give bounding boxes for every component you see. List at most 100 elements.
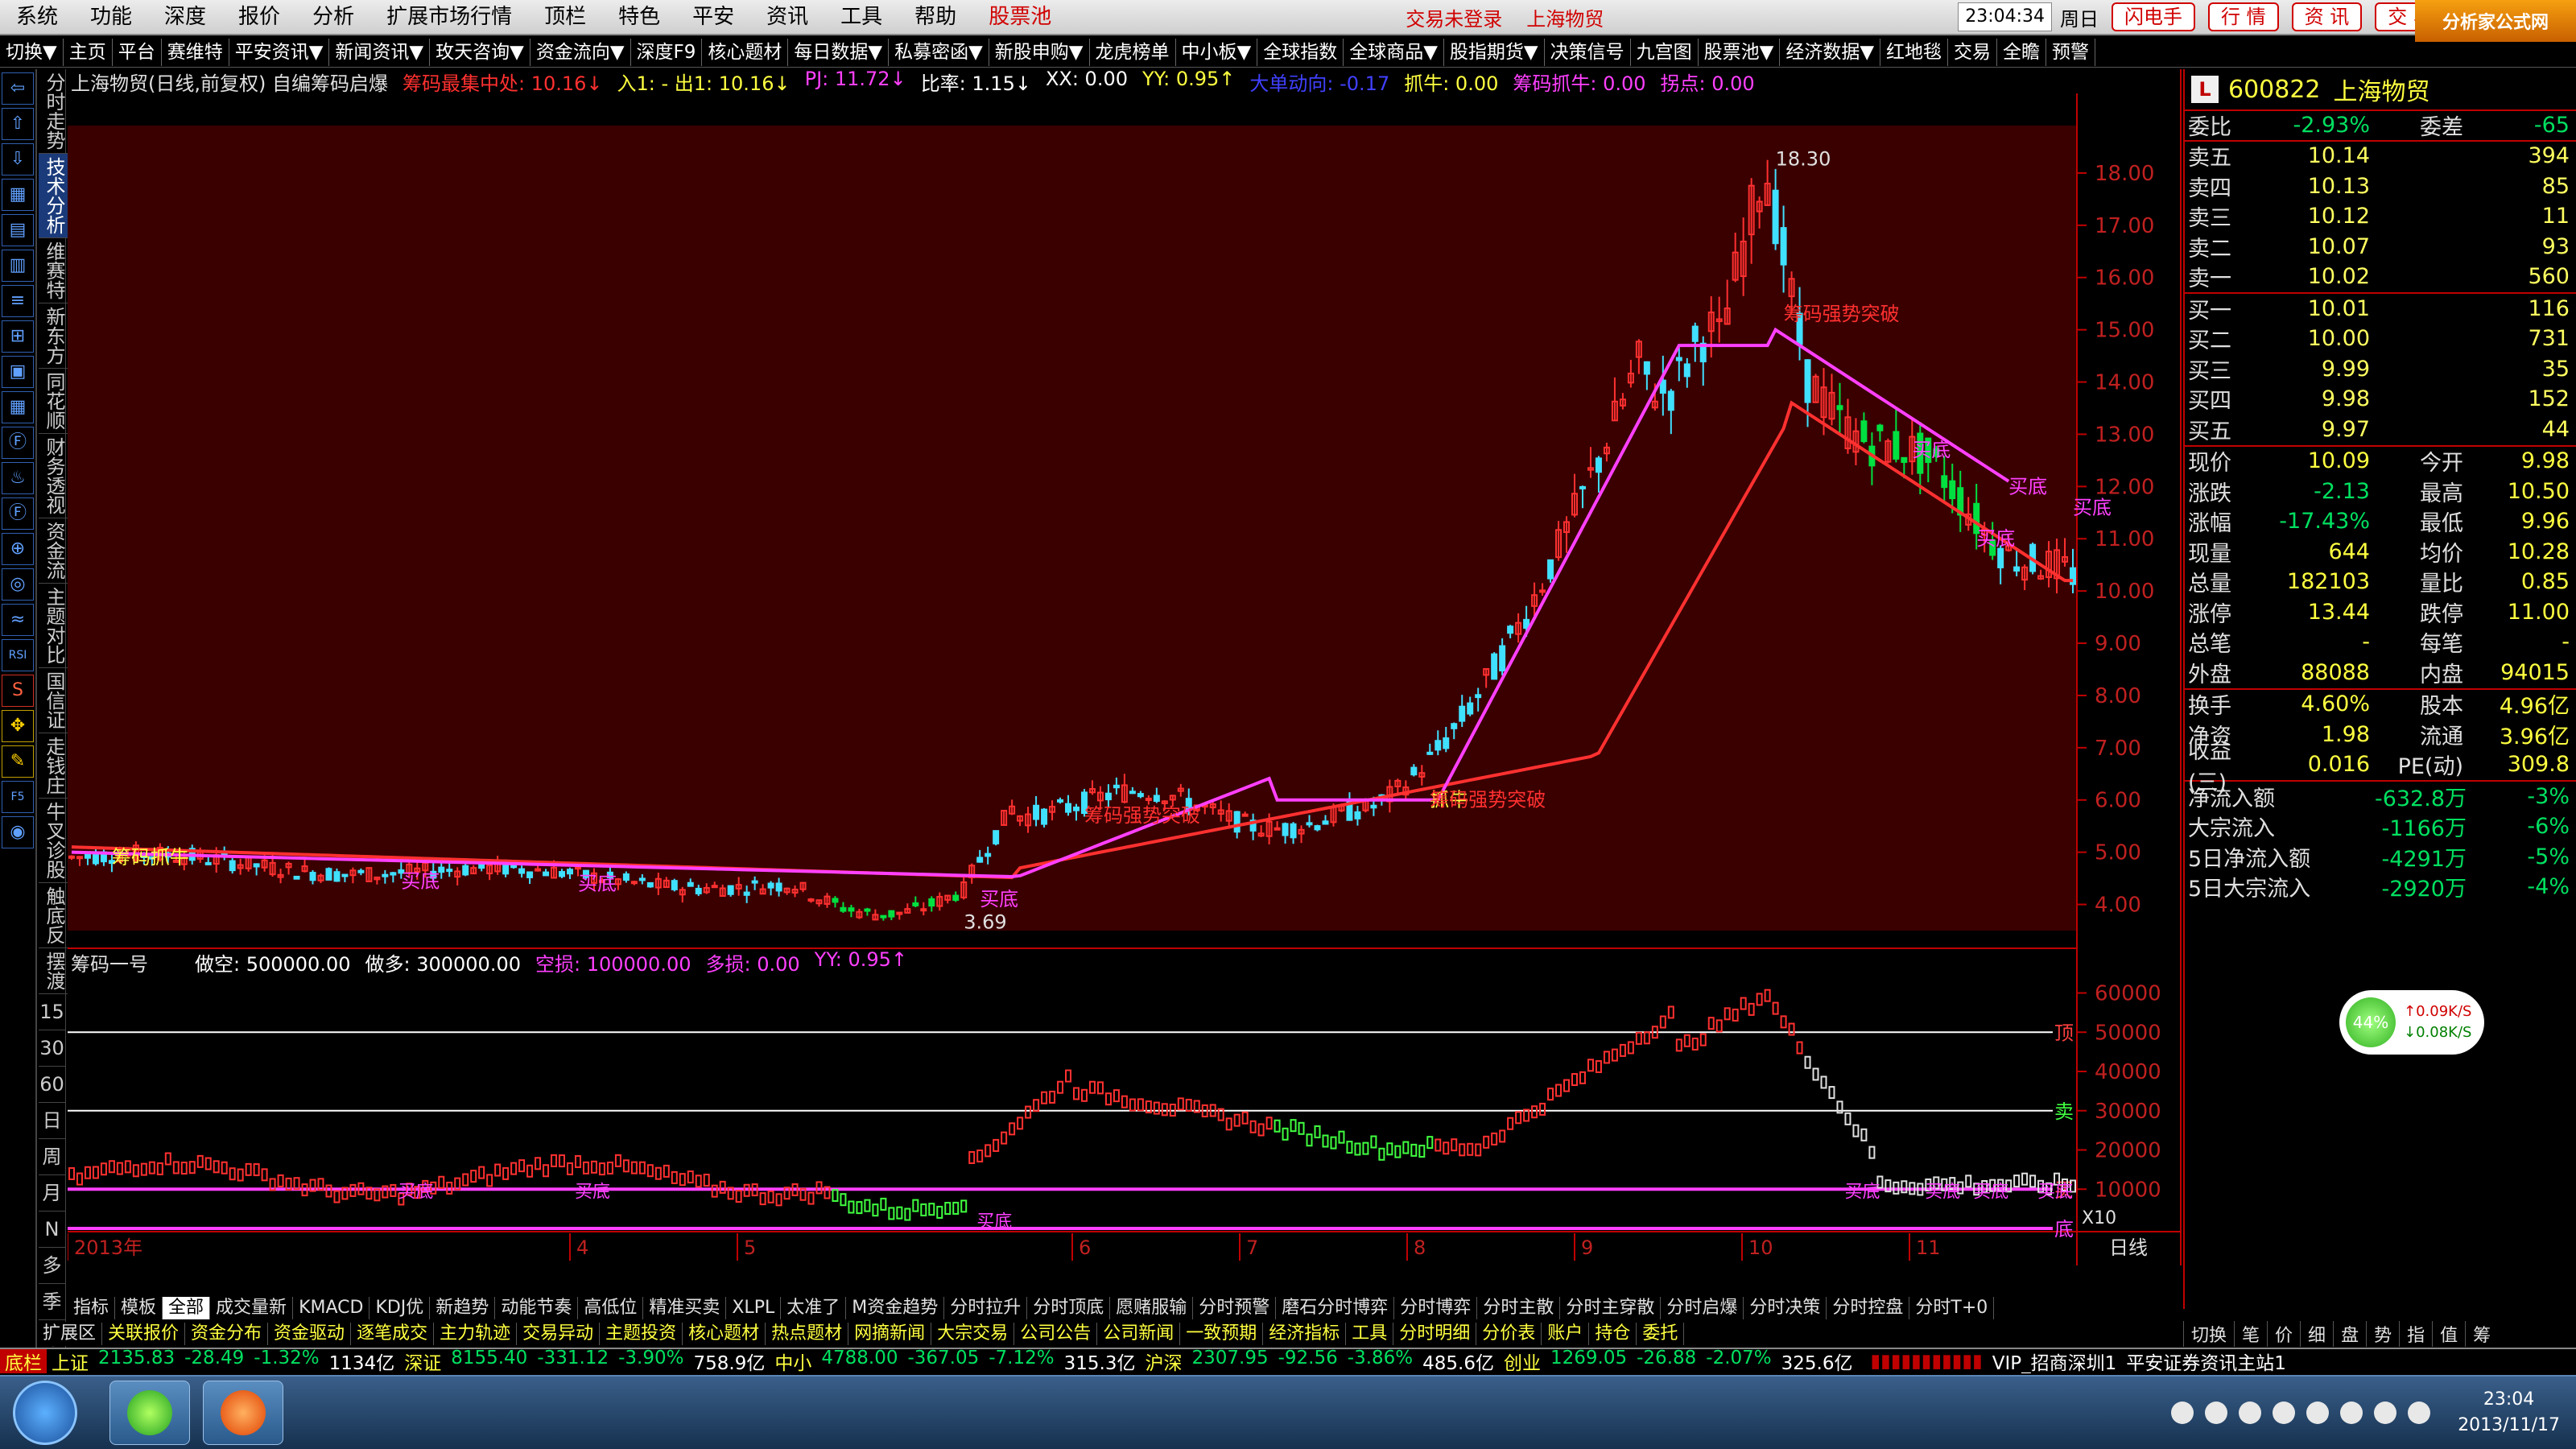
indicator-tab[interactable]: XLPL: [726, 1297, 782, 1319]
vertical-tab[interactable]: 同花顺: [39, 369, 70, 434]
right-tab[interactable]: 切换: [2183, 1321, 2234, 1347]
tray-icon[interactable]: [2408, 1402, 2431, 1424]
tray-icon[interactable]: [2239, 1402, 2262, 1424]
extension-tab[interactable]: 逐笔成交: [351, 1323, 435, 1345]
extension-tab[interactable]: 经济指标: [1263, 1323, 1347, 1345]
indicator-tab[interactable]: 指标: [68, 1297, 116, 1319]
indicator-tab[interactable]: M资金趋势: [846, 1297, 945, 1319]
menu-item[interactable]: 扩展市场行情: [370, 0, 528, 34]
indicator-tab[interactable]: 分时控盘: [1827, 1297, 1910, 1319]
toolbar-item[interactable]: 私募密函▼: [889, 38, 989, 66]
tool-icon[interactable]: Ⓕ: [2, 427, 34, 459]
vertical-tab[interactable]: 技术分析: [39, 154, 70, 238]
tool-icon[interactable]: ▤: [2, 214, 34, 246]
menu-item[interactable]: 特色: [602, 0, 676, 34]
right-tab[interactable]: 笔: [2234, 1321, 2267, 1347]
tray-icon[interactable]: [2171, 1402, 2194, 1424]
network-speed-widget[interactable]: 44% ↑0.09K/S ↓0.08K/S: [2339, 990, 2484, 1055]
start-button[interactable]: [13, 1381, 77, 1445]
toolbar-item[interactable]: 经济数据▼: [1780, 38, 1881, 66]
kline-chart-area[interactable]: 18.00 17.00 16.00 15.00 14.00 13.00 12.00 11.00…: [68, 68, 2182, 1265]
indicator-tab[interactable]: 分时博弈: [1394, 1297, 1478, 1319]
indicator-tab[interactable]: 动能节奏: [495, 1297, 579, 1319]
tool-icon[interactable]: F5: [2, 781, 34, 813]
extension-tab[interactable]: 委托: [1637, 1323, 1685, 1345]
vertical-tab[interactable]: 走钱庄: [39, 733, 70, 799]
menu-item[interactable]: 功能: [74, 0, 148, 34]
tool-icon[interactable]: Ⓕ: [2, 497, 34, 530]
right-tab[interactable]: 盘: [2333, 1321, 2366, 1347]
vertical-tab[interactable]: 新东方: [39, 303, 70, 369]
toolbar-item[interactable]: 龙虎榜单: [1090, 38, 1176, 66]
toolbar-item[interactable]: 主页: [64, 38, 113, 66]
indicator-tab[interactable]: 新趋势: [430, 1297, 496, 1319]
toolbar-item[interactable]: 全球商品▼: [1344, 38, 1444, 66]
menu-stock-pool[interactable]: 股票池: [972, 0, 1067, 34]
extension-tab[interactable]: 分时明细: [1393, 1323, 1477, 1345]
indicator-tab[interactable]: 精准买卖: [643, 1297, 727, 1319]
extension-tab[interactable]: 账户: [1542, 1323, 1590, 1345]
toolbar-item[interactable]: 九宫图: [1631, 38, 1699, 66]
period-tab[interactable]: 60: [39, 1067, 65, 1103]
tray-icon[interactable]: [2273, 1402, 2296, 1424]
tool-icon[interactable]: ✥: [2, 710, 34, 742]
tool-icon[interactable]: RSI: [2, 639, 34, 671]
extension-tab[interactable]: 主题投资: [600, 1323, 683, 1345]
tray-icon[interactable]: [2205, 1402, 2228, 1424]
status-bar-label[interactable]: 底栏: [0, 1349, 47, 1373]
toolbar-item[interactable]: 中小板▼: [1176, 38, 1258, 66]
extension-tab[interactable]: 资金分布: [185, 1323, 269, 1345]
toolbar-item[interactable]: 新闻资讯▼: [329, 38, 431, 66]
indicator-tab[interactable]: 磨石分时博弈: [1276, 1297, 1395, 1319]
tool-icon[interactable]: ◉: [2, 816, 34, 848]
extension-tab[interactable]: 扩展区: [37, 1323, 103, 1345]
period-tab[interactable]: N: [39, 1212, 65, 1248]
indicator-tab[interactable]: 成交量新: [210, 1297, 294, 1319]
indicator-tab[interactable]: 分时主散: [1477, 1297, 1561, 1319]
extension-tab[interactable]: 公司新闻: [1097, 1323, 1181, 1345]
tool-icon[interactable]: ⇧: [2, 108, 34, 140]
indicator-tab[interactable]: 太准了: [781, 1297, 847, 1319]
period-tab[interactable]: 月: [39, 1175, 65, 1212]
tool-icon[interactable]: ♨: [2, 462, 34, 494]
menu-item[interactable]: 系统: [0, 0, 74, 34]
indicator-tab[interactable]: 高低位: [578, 1297, 644, 1319]
toolbar-item[interactable]: 交易: [1948, 38, 1998, 66]
vertical-tab[interactable]: 主题对比: [39, 584, 70, 668]
tool-icon[interactable]: S: [2, 675, 34, 707]
top-button[interactable]: 行 情: [2208, 2, 2279, 31]
tool-icon[interactable]: ✎: [2, 745, 34, 778]
toolbar-item[interactable]: 股票池▼: [1699, 38, 1781, 66]
vertical-tab[interactable]: 资金流: [39, 518, 70, 584]
tray-icon[interactable]: [2374, 1402, 2397, 1424]
indicator-tab[interactable]: 愿赌服输: [1110, 1297, 1194, 1319]
vertical-tab[interactable]: 国信证: [39, 668, 70, 733]
extension-tab[interactable]: 持仓: [1589, 1323, 1637, 1345]
extension-tab[interactable]: 热点题材: [766, 1323, 849, 1345]
extension-tab[interactable]: 公司公告: [1014, 1323, 1098, 1345]
tool-icon[interactable]: ▥: [2, 250, 34, 282]
index-ticker[interactable]: 创业 1269.05 -26.88 -2.07% 325.6亿: [1499, 1349, 1858, 1373]
period-tab[interactable]: 多: [39, 1248, 65, 1284]
vertical-tab[interactable]: 牛叉诊股: [39, 799, 70, 883]
extension-tab[interactable]: 网摘新闻: [848, 1323, 932, 1345]
toolbar-item[interactable]: 预警: [2046, 38, 2096, 66]
indicator-tab[interactable]: 全部: [163, 1297, 211, 1319]
extension-tab[interactable]: 关联报价: [102, 1323, 186, 1345]
tray-icon[interactable]: [2340, 1402, 2363, 1424]
extension-tab[interactable]: 交易异动: [517, 1323, 601, 1345]
menu-item[interactable]: 帮助: [898, 0, 972, 34]
tool-icon[interactable]: ≈: [2, 604, 34, 636]
indicator-tab[interactable]: 分时启爆: [1661, 1297, 1744, 1319]
right-tab[interactable]: 值: [2432, 1321, 2465, 1347]
extension-tab[interactable]: 分价表: [1476, 1323, 1542, 1345]
toolbar-item[interactable]: 新股申购▼: [989, 38, 1090, 66]
extension-tab[interactable]: 核心题材: [683, 1323, 766, 1345]
tool-icon[interactable]: ≡: [2, 285, 34, 317]
period-tab[interactable]: 30: [39, 1030, 65, 1067]
toolbar-item[interactable]: 赛维特: [162, 38, 229, 66]
toolbar-item[interactable]: 决策信号: [1545, 38, 1631, 66]
toolbar-item[interactable]: 全球指数: [1257, 38, 1344, 66]
tool-icon[interactable]: ◎: [2, 568, 34, 601]
menu-item[interactable]: 资讯: [750, 0, 824, 34]
